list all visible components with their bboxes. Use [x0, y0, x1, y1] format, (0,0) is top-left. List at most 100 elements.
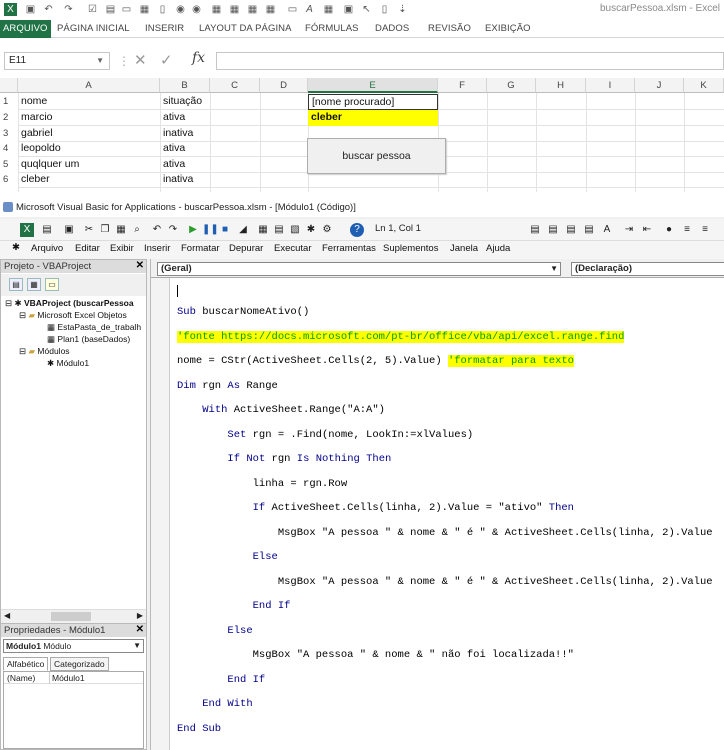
collapse-icon[interactable]: ⊟	[5, 298, 12, 308]
design-mode-icon[interactable]: ◢	[236, 223, 250, 237]
quick-info-icon[interactable]: ▤	[564, 223, 578, 237]
comment-block-icon[interactable]: ≡	[680, 223, 694, 237]
code-line[interactable]: If ActiveSheet.Cells(linha, 2).Value = "…	[177, 502, 574, 514]
row-header[interactable]: 6	[0, 172, 18, 188]
column-header[interactable]: F	[438, 78, 487, 93]
object-combo[interactable]: (Geral) ▼	[157, 262, 561, 276]
table-icon[interactable]: ▦	[210, 3, 223, 16]
pointer-icon[interactable]: ↖	[360, 3, 373, 16]
document-icon[interactable]: ▯	[156, 3, 169, 16]
tree-node-excel-objects[interactable]: ⊟ ▰ Microsoft Excel Objetos	[19, 310, 127, 321]
parameter-info-icon[interactable]: ▤	[582, 223, 596, 237]
row-header[interactable]: 2	[0, 110, 18, 126]
tree-node-workbook[interactable]: ▦ EstaPasta_de_trabalh	[47, 322, 141, 333]
save-icon[interactable]: ▣	[24, 3, 37, 16]
scroll-thumb[interactable]	[51, 612, 91, 621]
grid-icon[interactable]: ▦	[138, 3, 151, 16]
column-header[interactable]: A	[18, 78, 160, 93]
code-line[interactable]: 'fonte https://docs.microsoft.com/pt-br/…	[177, 330, 625, 343]
tab-revisao[interactable]: REVISÃO	[428, 23, 471, 34]
code-line[interactable]: End With	[177, 698, 252, 710]
settings-icon[interactable]: ⚙	[320, 223, 334, 237]
menu-ferramentas[interactable]: Ferramentas	[322, 243, 376, 254]
cell-b5[interactable]: ativa	[160, 157, 185, 173]
save-icon[interactable]: ▣	[62, 223, 76, 237]
project-explorer-icon[interactable]: ▦	[256, 223, 270, 237]
collapse-icon[interactable]: ⊟	[19, 346, 26, 356]
tree-node-module1[interactable]: ✱ Módulo1	[47, 358, 89, 369]
scroll-right-icon[interactable]: ▶	[137, 611, 143, 620]
cell-a1[interactable]: nome	[18, 94, 47, 110]
cell-b3[interactable]: inativa	[160, 126, 193, 142]
object-browser-icon[interactable]: ▧	[288, 223, 302, 237]
object-select[interactable]: Módulo1 Módulo ▼	[3, 639, 144, 653]
copy-icon[interactable]: ❐	[98, 223, 112, 237]
chevron-down-icon[interactable]: ▼	[133, 640, 141, 652]
check-icon[interactable]: ✓	[160, 51, 173, 69]
cell-b6[interactable]: inativa	[160, 172, 193, 188]
column-header[interactable]: I	[586, 78, 635, 93]
close-icon[interactable]: ✕	[136, 623, 144, 636]
menu-ajuda[interactable]: Ajuda	[486, 243, 510, 254]
code-line[interactable]: End Sub	[177, 723, 221, 735]
menu-executar[interactable]: Executar	[274, 243, 312, 254]
redo-icon[interactable]: ↷	[166, 223, 180, 237]
pause-icon[interactable]: ❚❚	[202, 223, 219, 237]
column-header[interactable]: G	[487, 78, 536, 93]
toggle-folders-icon[interactable]: ▭	[45, 278, 59, 291]
close-icon[interactable]: ✕	[136, 259, 144, 272]
run-icon[interactable]: ▶	[186, 223, 200, 237]
name-box[interactable]: E11 ▼	[4, 52, 110, 70]
tab-pagina-inicial[interactable]: PÁGINA INICIAL	[57, 23, 130, 34]
code-line[interactable]: End If	[177, 600, 291, 612]
buscar-pessoa-button[interactable]: buscar pessoa	[307, 138, 446, 174]
tree-node-modules[interactable]: ⊟ ▰ Módulos	[19, 346, 70, 357]
code-line[interactable]: Else	[177, 551, 278, 563]
radio-icon[interactable]: ◉	[174, 3, 187, 16]
customize-icon[interactable]: ⇣	[396, 3, 409, 16]
list-properties-icon[interactable]: ▤	[528, 223, 542, 237]
view-code-icon[interactable]: ▤	[9, 278, 23, 291]
code-line[interactable]: linha = rgn.Row	[177, 478, 348, 490]
tree-node-sheet[interactable]: ▦ Plan1 (baseDados)	[47, 334, 130, 345]
tab-categorizado[interactable]: Categorizado	[50, 657, 109, 671]
code-line[interactable]: Else	[177, 625, 252, 637]
menu-arquivo[interactable]: Arquivo	[31, 243, 63, 254]
row-header[interactable]: 3	[0, 126, 18, 142]
code-line[interactable]: Sub buscarNomeAtivo()	[177, 306, 309, 318]
find-icon[interactable]: ⌕	[130, 223, 144, 237]
column-header[interactable]: J	[635, 78, 684, 93]
tab-formulas[interactable]: FÓRMULAS	[305, 23, 359, 34]
code-line[interactable]: MsgBox "A pessoa " & nome & " não foi lo…	[177, 649, 574, 661]
font-icon[interactable]: A	[303, 3, 316, 16]
cell-a2[interactable]: marcio	[18, 110, 53, 126]
tab-layout[interactable]: LAYOUT DA PÁGINA	[199, 23, 292, 34]
rectangle-icon[interactable]: ▭	[120, 3, 133, 16]
redo-icon[interactable]: ↷	[62, 3, 75, 16]
select-all-corner[interactable]	[0, 78, 18, 93]
menu-exibir[interactable]: Exibir	[110, 243, 134, 254]
cell-b1[interactable]: situação	[160, 94, 202, 110]
excel-view-icon[interactable]: X	[20, 223, 34, 237]
form-icon[interactable]: ▤	[104, 3, 117, 16]
tab-dados[interactable]: DADOS	[375, 23, 409, 34]
list-constants-icon[interactable]: ▤	[546, 223, 560, 237]
procedure-combo[interactable]: (Declaração)	[571, 262, 724, 276]
tab-inserir[interactable]: INSERIR	[145, 23, 184, 34]
row-header[interactable]: 5	[0, 157, 18, 173]
cancel-icon[interactable]: ✕	[134, 51, 147, 69]
table-icon[interactable]: ▦	[228, 3, 241, 16]
collapse-icon[interactable]: ⊟	[19, 310, 26, 320]
code-line[interactable]: Dim rgn As Range	[177, 380, 278, 392]
code-line[interactable]: End If	[177, 674, 265, 686]
cell-b4[interactable]: ativa	[160, 141, 185, 157]
undo-icon[interactable]: ↶	[150, 223, 164, 237]
new-document-icon[interactable]: ▯	[378, 3, 391, 16]
cell-e1[interactable]: [nome procurado]	[308, 94, 438, 110]
menu-suplementos[interactable]: Suplementos	[383, 243, 438, 254]
row-header[interactable]: 1	[0, 94, 18, 110]
image-icon[interactable]: ▣	[342, 3, 355, 16]
property-row[interactable]: (Name) Módulo1	[4, 672, 143, 684]
tree-node-vbaproject[interactable]: ⊟ ✱ VBAProject (buscarPessoa	[5, 298, 134, 309]
menu-editar[interactable]: Editar	[75, 243, 100, 254]
